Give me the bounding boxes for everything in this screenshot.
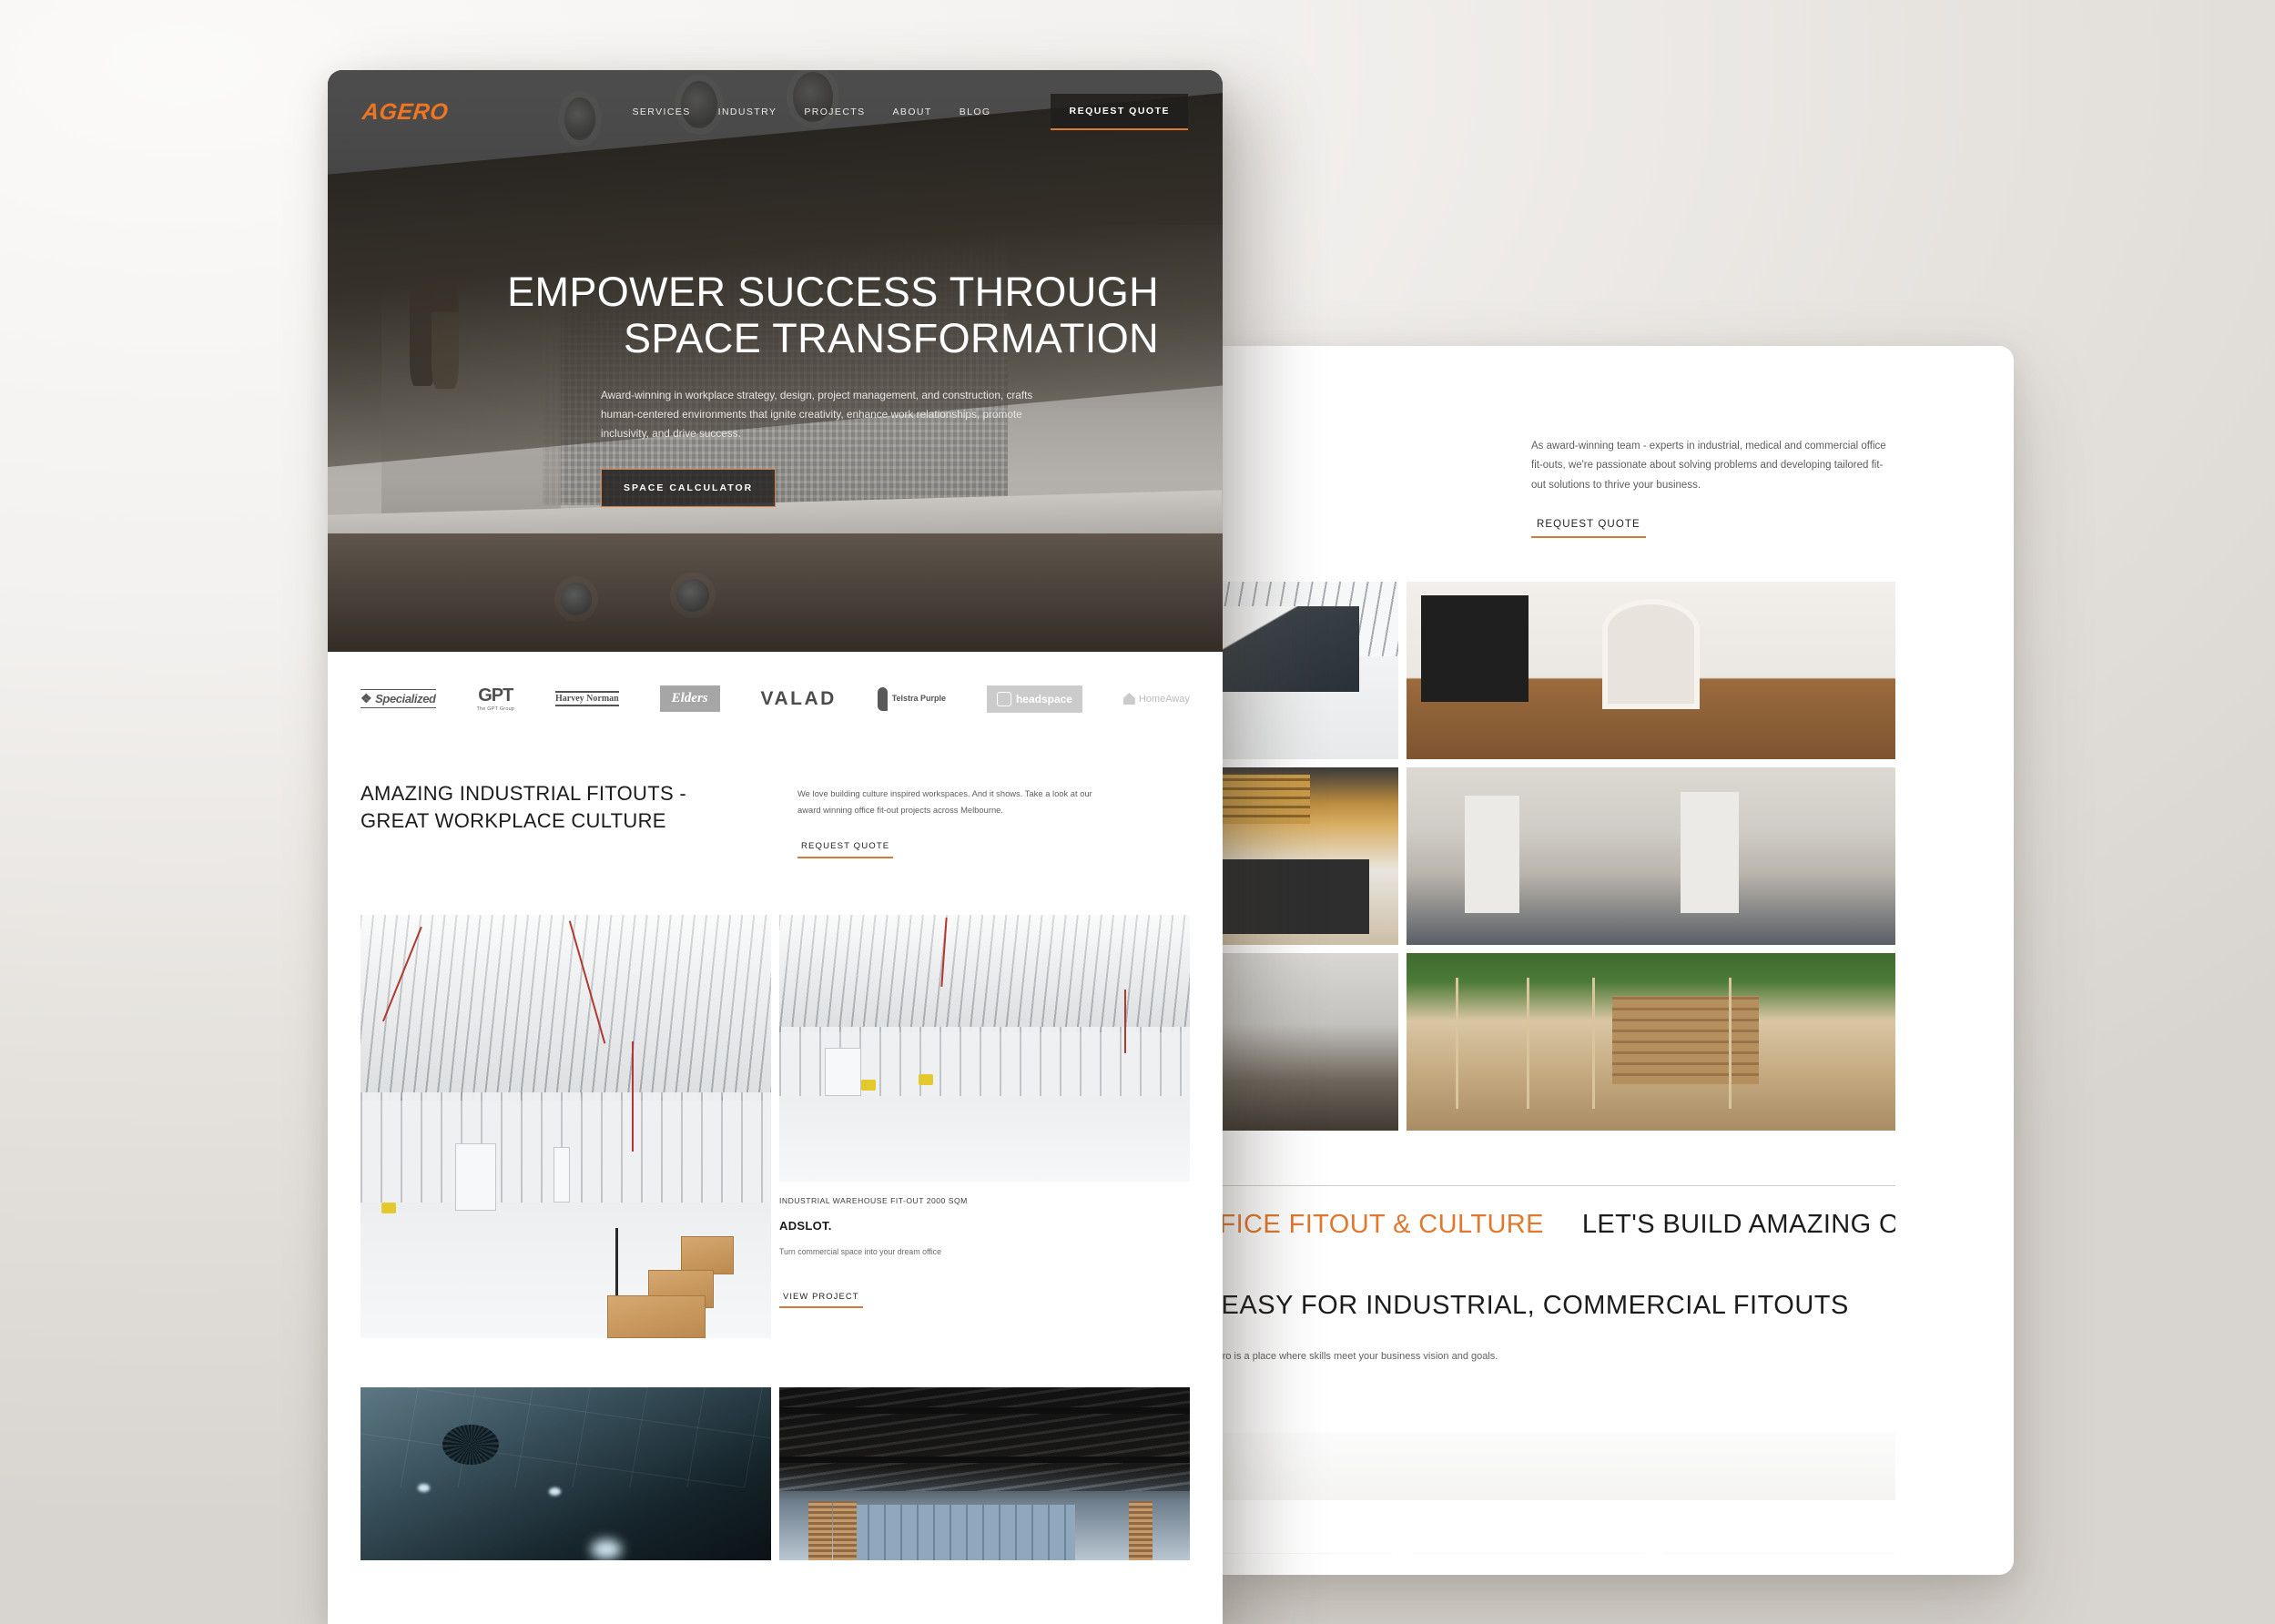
nav-item-industry[interactable]: INDUSTRY [718,107,777,117]
nav-request-quote-button[interactable]: REQUEST QUOTE [1051,94,1188,130]
hero-section: AGERO SERVICES INDUSTRY PROJECTS ABOUT B… [328,70,1223,652]
project-description: Turn commercial space into your dream of… [779,1246,941,1256]
nav-item-projects[interactable]: PROJECTS [804,107,865,117]
project-meta: INDUSTRIAL WAREHOUSE FIT-OUT 2000 SQM AD… [779,1182,1190,1308]
hero-headline-line-2: SPACE TRANSFORMATION [623,315,1159,362]
marquee-highlight: OFFICE FITOUT & CULTURE [1223,1209,1544,1239]
faded-card [1663,1552,1895,1575]
warehouse-art-right [779,914,1190,1182]
project-image-cell-services[interactable] [779,1386,1190,1560]
nav-links: SERVICES INDUSTRY PROJECTS ABOUT BLOG RE… [633,94,1188,130]
site-navbar: AGERO SERVICES INDUSTRY PROJECTS ABOUT B… [328,70,1223,154]
project-photo-dark-ceiling [361,1386,771,1560]
faded-card [1223,1552,1393,1575]
project-row-2 [361,1386,1190,1560]
marquee-banner: S BUILD AMAZINGOFFICE FITOUT & CULTURELE… [1223,1186,1895,1258]
marquee-segment-next: LET'S BUILD AMAZING O [1581,1209,1895,1239]
industries-body: As award-winning team - experts in indus… [1531,441,1886,491]
nav-item-blog[interactable]: BLOG [960,107,991,117]
industry-image-open-plan [1407,766,1895,945]
project-photo-warehouse-interior [361,914,771,1338]
approach-faded-band [1223,1432,1895,1500]
project-image-cell-left[interactable] [361,914,771,1338]
industry-image-breakout-pod [1223,952,1398,1131]
industry-tile-4[interactable] [1407,766,1895,945]
projects-section: INDUSTRIAL WAREHOUSE FIT-OUT 2000 SQM AD… [328,858,1223,1560]
client-logo-telstra-purple: Telstra Purple [877,677,946,721]
warehouse-art-left [361,914,771,1338]
industries-request-quote-link[interactable]: REQUEST QUOTE [1531,519,1646,538]
intro-body: We love building culture inspired worksp… [797,788,1092,816]
view-project-link[interactable]: VIEW PROJECT [779,1291,863,1308]
project-kicker: INDUSTRIAL WAREHOUSE FIT-OUT 2000 SQM [779,1195,968,1205]
exposed-services-art [779,1386,1190,1560]
intro-heading-line-2: GREAT WORKPLACE CULTURE [361,809,666,833]
approach-body: ce fit-outs can be complicated. Not with… [1223,1350,1498,1362]
project-photo-exposed-services [779,1386,1190,1560]
approach-title: OUR APPROACH MADE EASY FOR INDUSTRIAL, C… [1223,1290,1849,1320]
client-logo-homeaway: HomeAway [1122,677,1190,721]
client-logo-gpt: GPT The GPT Group [476,685,515,712]
intro-heading-line-1: AMAZING INDUSTRIAL FITOUTS - [361,782,686,805]
intro-heading: AMAZING INDUSTRIAL FITOUTS - GREAT WORKP… [361,780,752,858]
industry-tile-1[interactable] [1223,581,1398,759]
hero-headline-line-1: EMPOWER SUCCESS THROUGH [507,269,1159,315]
telstra-mark-icon [877,686,888,711]
agero-logo[interactable]: AGERO [361,99,450,126]
industries-aside: As award-winning team - experts in indus… [1531,433,1895,538]
industry-image-green-kitchen [1407,952,1895,1131]
project-row-1: INDUSTRIAL WAREHOUSE FIT-OUT 2000 SQM AD… [361,914,1190,1338]
dark-ceiling-art [361,1386,771,1560]
faded-card [1412,1552,1644,1575]
industry-tile-3[interactable] [1223,766,1398,945]
industry-tile-5[interactable] [1223,952,1398,1131]
hero-headline: EMPOWER SUCCESS THROUGH SPACE TRANSFORMA… [362,269,1188,362]
project-photo-warehouse-empty[interactable] [779,914,1190,1182]
project-card-right: INDUSTRIAL WAREHOUSE FIT-OUT 2000 SQM AD… [779,914,1190,1338]
client-logo-specialized: Specialized [361,677,436,721]
space-calculator-button[interactable]: SPACE CALCULATOR [601,468,777,507]
project-title: ADSLOT. [779,1218,832,1233]
back-page-window: OUR INDUSTRIES As award-winning team - e… [1223,346,2014,1575]
project-image-cell-dark-ceiling[interactable] [361,1386,771,1560]
industry-image-medical-hall [1407,581,1895,759]
headspace-mark-icon [996,691,1011,706]
home-icon [1122,693,1135,705]
intro-request-quote-link[interactable]: REQUEST QUOTE [797,841,894,858]
industries-photo-grid [1223,581,1895,1131]
industry-tile-6[interactable] [1407,952,1895,1131]
industries-header: OUR INDUSTRIES As award-winning team - e… [1223,433,1895,538]
industry-tile-2[interactable] [1407,581,1895,759]
approach-faded-cards [1223,1552,1895,1575]
intro-section: AMAZING INDUSTRIAL FITOUTS - GREAT WORKP… [328,746,1223,858]
industry-image-retail [1223,766,1398,945]
nav-item-about[interactable]: ABOUT [893,107,932,117]
client-logo-headspace: headspace [986,677,1082,721]
hero-subtext: Award-winning in workplace strategy, des… [601,388,1033,440]
nav-item-services[interactable]: SERVICES [633,107,691,117]
approach-section: OUR APPROACH MADE EASY FOR INDUSTRIAL, C… [1223,1291,1895,1406]
client-logo-strip: Specialized GPT The GPT Group Harvey Nor… [328,652,1223,746]
screenshot-canvas: OUR INDUSTRIES As award-winning team - e… [0,0,2275,1624]
client-logo-valad: VALAD [760,687,837,709]
intro-aside: We love building culture inspired worksp… [797,780,1098,858]
client-logo-harvey-norman: Harvey Norman [555,677,619,721]
client-logo-elders: Elders [659,677,720,721]
industries-section: OUR INDUSTRIES As award-winning team - e… [1223,346,2014,1575]
industry-image-warehouse [1223,581,1398,759]
back-page-content: OUR INDUSTRIES As award-winning team - e… [1223,346,2014,1575]
front-page-window: AGERO SERVICES INDUSTRY PROJECTS ABOUT B… [328,70,1223,1624]
